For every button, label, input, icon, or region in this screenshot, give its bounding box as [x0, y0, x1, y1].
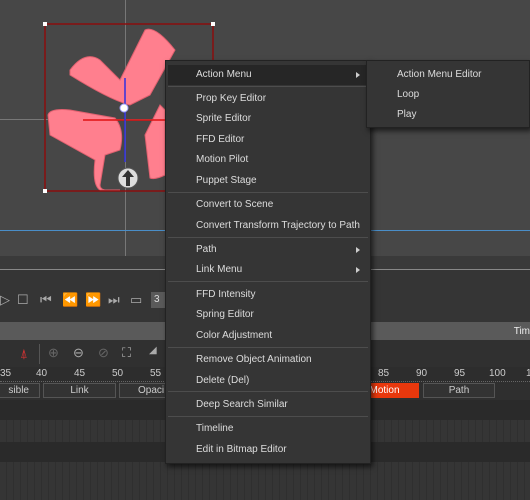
- play-icon[interactable]: ▷: [0, 292, 10, 308]
- menu-item-label: Edit in Bitmap Editor: [196, 444, 287, 455]
- menu-item-label: Motion Pilot: [196, 154, 249, 165]
- menu-item-label: Convert to Scene: [196, 199, 274, 210]
- menu-item-label: FFD Intensity: [196, 289, 256, 300]
- chevron-right-icon: [356, 247, 360, 253]
- zoom-out-icon[interactable]: ⊖: [73, 345, 84, 361]
- first-frame-icon[interactable]: ⏮: [40, 292, 52, 308]
- menu-item-convert-transform-trajectory-to-path[interactable]: Convert Transform Trajectory to Path: [168, 216, 368, 236]
- menu-item-action-menu[interactable]: Action Menu: [168, 65, 368, 85]
- menu-item-puppet-stage[interactable]: Puppet Stage: [168, 171, 368, 191]
- pivot-point: [119, 103, 129, 113]
- timeline-frames-row[interactable]: [0, 462, 530, 500]
- menu-item-delete-del[interactable]: Delete (Del): [168, 371, 368, 391]
- menu-item-deep-search-similar[interactable]: Deep Search Similar: [168, 395, 368, 415]
- menu-separator: [168, 347, 368, 348]
- chevron-right-icon: [356, 267, 360, 273]
- ruler-tick: 55: [150, 368, 162, 379]
- loop-icon[interactable]: ▭: [130, 292, 142, 308]
- timeline-title: Tim: [513, 326, 530, 337]
- chevron-right-icon: [356, 72, 360, 78]
- menu-item-color-adjustment[interactable]: Color Adjustment: [168, 326, 368, 346]
- menu-item-label: Delete (Del): [196, 375, 250, 386]
- last-frame-icon[interactable]: ⏭: [108, 292, 120, 308]
- track-link[interactable]: Link: [43, 383, 116, 398]
- menu-item-label: Prop Key Editor: [196, 93, 267, 104]
- ruler-tick: 40: [36, 368, 48, 379]
- menu-item-label: Convert Transform Trajectory to Path: [196, 220, 360, 231]
- previous-frame-icon[interactable]: ⏪: [62, 292, 78, 308]
- menu-separator: [168, 391, 368, 392]
- menu-item-label: Spring Editor: [196, 309, 254, 320]
- fit-view-icon[interactable]: ⛶: [122, 345, 131, 361]
- menu-item-motion-pilot[interactable]: Motion Pilot: [168, 150, 368, 170]
- signal-icon[interactable]: ◢: [149, 345, 157, 356]
- menu-separator: [168, 192, 368, 193]
- menu-item-label: Color Adjustment: [196, 330, 273, 341]
- action-submenu: Action Menu Editor Loop Play: [366, 60, 530, 128]
- menu-item-label: FFD Editor: [196, 134, 245, 145]
- menu-item-sprite-editor[interactable]: Sprite Editor: [168, 109, 368, 129]
- no-zoom-icon[interactable]: ⊘: [98, 345, 109, 361]
- menu-item-spring-editor[interactable]: Spring Editor: [168, 305, 368, 325]
- next-frame-icon[interactable]: ⏩: [85, 292, 101, 308]
- ruler-tick: 85: [378, 368, 390, 379]
- menu-separator: [168, 416, 368, 417]
- menu-item-edit-in-bitmap-editor[interactable]: Edit in Bitmap Editor: [168, 440, 368, 460]
- menu-separator: [168, 237, 368, 238]
- menu-item-label: Timeline: [196, 423, 234, 434]
- ruler-tick: 35: [0, 368, 12, 379]
- menu-item-prop-key-editor[interactable]: Prop Key Editor: [168, 89, 368, 109]
- menu-item-label: Remove Object Animation: [196, 354, 312, 365]
- menu-item-label: Sprite Editor: [196, 113, 252, 124]
- zoom-in-icon[interactable]: ⊕: [48, 345, 59, 361]
- ruler-tick: 100: [489, 368, 506, 379]
- menu-separator: [168, 86, 368, 87]
- submenu-item-action-menu-editor[interactable]: Action Menu Editor: [369, 65, 527, 85]
- context-menu: Action Menu Prop Key Editor Sprite Editor F…: [165, 60, 371, 464]
- ruler-tick: 45: [74, 368, 86, 379]
- menu-item-link-menu[interactable]: Link Menu: [168, 260, 368, 280]
- stop-icon[interactable]: ☐: [17, 292, 29, 308]
- track-path[interactable]: Path: [423, 383, 495, 398]
- ruler-tick: 90: [416, 368, 428, 379]
- remove-key-icon[interactable]: ⍋: [20, 346, 28, 362]
- menu-item-label: Deep Search Similar: [196, 399, 288, 410]
- track-visible[interactable]: sible: [0, 383, 40, 398]
- menu-item-path[interactable]: Path: [168, 240, 368, 260]
- menu-item-label: Link Menu: [196, 264, 243, 275]
- menu-item-convert-to-scene[interactable]: Convert to Scene: [168, 195, 368, 215]
- menu-item-remove-object-animation[interactable]: Remove Object Animation: [168, 350, 368, 370]
- menu-item-label: Puppet Stage: [196, 175, 257, 186]
- ruler-tick: 50: [112, 368, 124, 379]
- menu-separator: [168, 281, 368, 282]
- menu-item-ffd-editor[interactable]: FFD Editor: [168, 130, 368, 150]
- ruler-tick: 95: [454, 368, 466, 379]
- menu-item-label: Path: [196, 244, 217, 255]
- menu-item-ffd-intensity[interactable]: FFD Intensity: [168, 285, 368, 305]
- ruler-tick: 1: [526, 368, 530, 379]
- submenu-item-loop[interactable]: Loop: [369, 85, 527, 105]
- menu-item-timeline[interactable]: Timeline: [168, 419, 368, 439]
- frame-field[interactable]: 3: [151, 292, 165, 308]
- submenu-item-play[interactable]: Play: [369, 105, 527, 125]
- menu-item-label: Action Menu: [196, 69, 252, 80]
